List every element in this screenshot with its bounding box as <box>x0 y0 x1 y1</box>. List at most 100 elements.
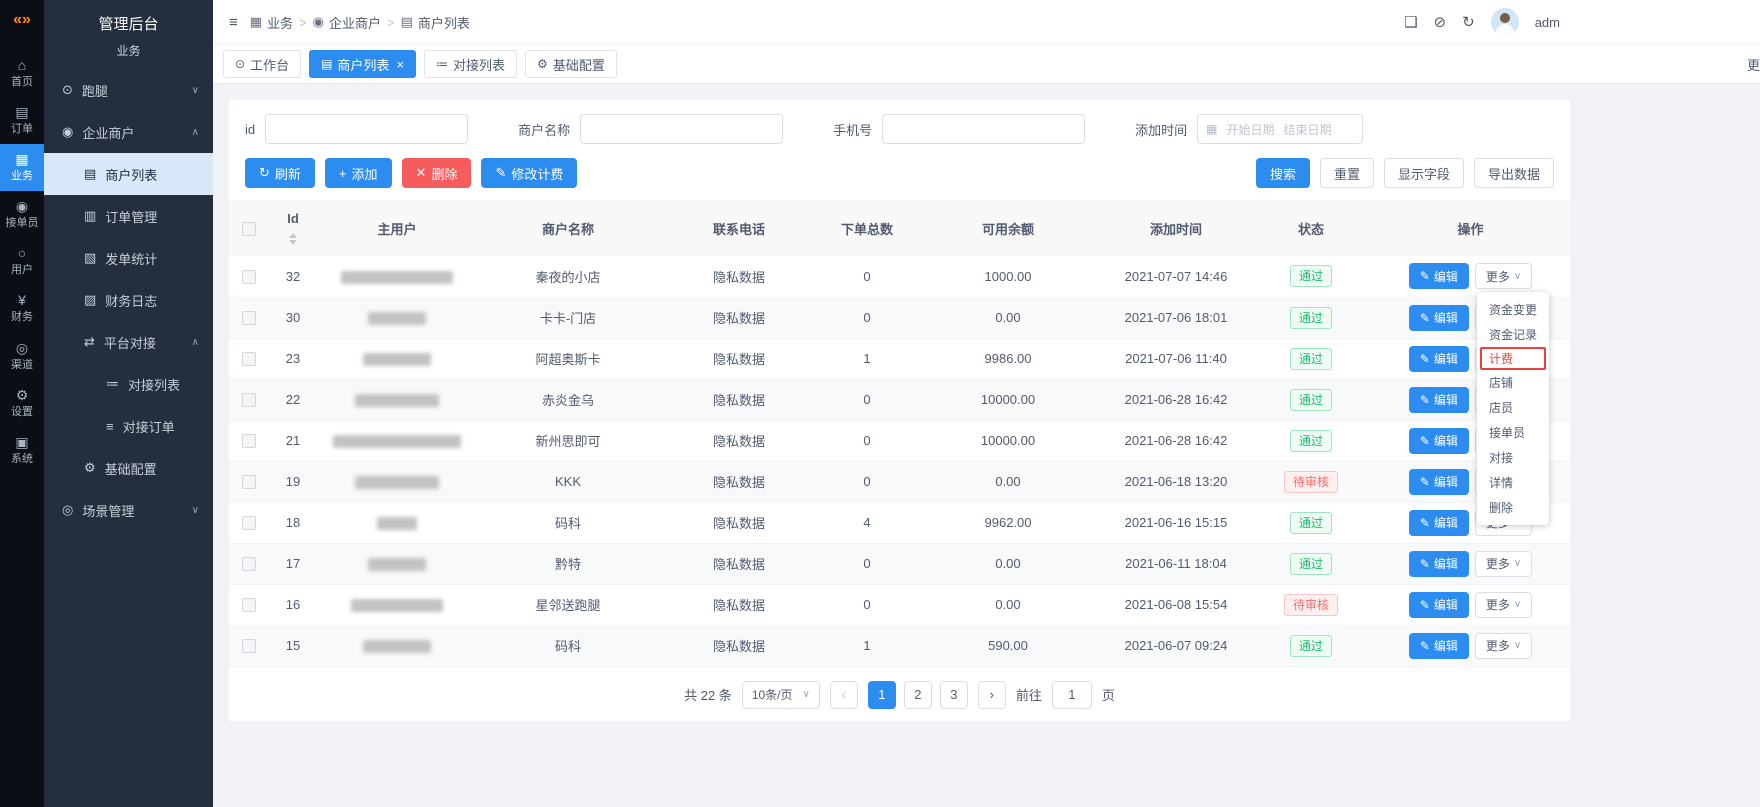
rail-item-首页[interactable]: ⌂首页 <box>0 50 44 97</box>
app-logo-icon[interactable]: «» <box>13 0 31 40</box>
dropdown-item-对接[interactable]: 对接 <box>1477 445 1549 470</box>
next-page-button[interactable]: › <box>978 681 1006 709</box>
edit-button[interactable]: ✎编辑 <box>1409 387 1469 413</box>
filter-date-range[interactable]: ▦ 开始日期 结束日期 <box>1197 114 1363 144</box>
dropdown-item-资金记录[interactable]: 资金记录 <box>1477 322 1549 347</box>
row-checkbox[interactable] <box>242 393 256 407</box>
page-button-1[interactable]: 1 <box>868 681 896 709</box>
dropdown-item-计费[interactable]: 计费 <box>1480 347 1546 370</box>
dropdown-item-详情[interactable]: 详情 <box>1477 470 1549 495</box>
row-checkbox[interactable] <box>242 516 256 530</box>
icon-rail: «» ⌂首页▤订单▦业务◉接单员○用户¥财务◎渠道⚙设置▣系统 <box>0 0 44 807</box>
edit-button[interactable]: ✎编辑 <box>1409 633 1469 659</box>
delete-button[interactable]: ✕删除 <box>402 158 472 188</box>
rail-item-接单员[interactable]: ◉接单员 <box>0 191 44 238</box>
sort-desc-icon[interactable] <box>289 240 297 245</box>
menu-item-跑腿[interactable]: ⊙跑腿∨ <box>44 69 213 111</box>
breadcrumb-item-企业商户[interactable]: ◉企业商户 <box>313 13 381 32</box>
sidebar-subtitle: 业务 <box>44 34 213 69</box>
tab-工作台[interactable]: ⊙工作台 <box>223 50 301 78</box>
edit-button[interactable]: ✎编辑 <box>1409 469 1469 495</box>
dropdown-item-资金变更[interactable]: 资金变更 <box>1477 297 1549 322</box>
edit-label: 编辑 <box>1434 432 1458 449</box>
dropdown-item-店员[interactable]: 店员 <box>1477 395 1549 420</box>
cell-id: 17 <box>269 543 317 584</box>
page-button-3[interactable]: 3 <box>940 681 968 709</box>
edit-label: 编辑 <box>1434 596 1458 613</box>
row-checkbox[interactable] <box>242 270 256 284</box>
menu-item-财务日志[interactable]: ▨财务日志 <box>44 279 213 321</box>
show-fields-button[interactable]: 显示字段 <box>1384 158 1464 188</box>
goto-page-input[interactable] <box>1052 681 1092 709</box>
refresh-button[interactable]: ↻刷新 <box>245 158 315 188</box>
more-button[interactable]: 更多∨ <box>1475 551 1532 577</box>
avatar[interactable] <box>1491 8 1519 36</box>
rail-item-渠道[interactable]: ◎渠道 <box>0 333 44 380</box>
rail-item-设置[interactable]: ⚙设置 <box>0 380 44 427</box>
menu-item-企业商户[interactable]: ◉企业商户∧ <box>44 111 213 153</box>
export-data-button[interactable]: 导出数据 <box>1474 158 1554 188</box>
row-checkbox[interactable] <box>242 475 256 489</box>
rail-item-业务[interactable]: ▦业务 <box>0 144 44 191</box>
menu-item-商户列表[interactable]: ▤商户列表 <box>44 153 213 195</box>
cell-balance: 0.00 <box>915 543 1101 584</box>
filter-phone-input[interactable] <box>882 114 1085 144</box>
fullscreen-icon[interactable]: ❏ <box>1404 13 1417 31</box>
menu-item-平台对接[interactable]: ⇄平台对接∧ <box>44 321 213 363</box>
dropdown-item-店铺[interactable]: 店铺 <box>1477 370 1549 395</box>
dropdown-item-接单员[interactable]: 接单员 <box>1477 420 1549 445</box>
row-checkbox[interactable] <box>242 557 256 571</box>
reset-button[interactable]: 重置 <box>1320 158 1374 188</box>
modify-billing-button[interactable]: ✎修改计费 <box>481 158 577 188</box>
menu-item-对接列表[interactable]: ≔对接列表 <box>44 363 213 405</box>
row-checkbox[interactable] <box>242 639 256 653</box>
rail-item-财务[interactable]: ¥财务 <box>0 285 44 332</box>
edit-button[interactable]: ✎编辑 <box>1409 592 1469 618</box>
sort-icons[interactable] <box>289 233 297 245</box>
edit-button[interactable]: ✎编辑 <box>1409 551 1469 577</box>
edit-button[interactable]: ✎编辑 <box>1409 346 1469 372</box>
breadcrumb-item-业务[interactable]: ▦业务 <box>250 13 293 32</box>
row-checkbox[interactable] <box>242 352 256 366</box>
more-button[interactable]: 更多∨ <box>1475 592 1532 618</box>
menu-item-场景管理[interactable]: ◎场景管理∨ <box>44 489 213 531</box>
circle-slash-icon[interactable]: ⊘ <box>1434 13 1447 31</box>
select-all-checkbox[interactable] <box>242 222 256 236</box>
menu-item-基础配置[interactable]: ⚙基础配置 <box>44 447 213 489</box>
add-button[interactable]: +添加 <box>325 158 392 188</box>
row-checkbox[interactable] <box>242 434 256 448</box>
filter-name-input[interactable] <box>580 114 783 144</box>
edit-button[interactable]: ✎编辑 <box>1409 305 1469 331</box>
dropdown-item-删除[interactable]: 删除 <box>1477 495 1549 520</box>
rail-item-系统[interactable]: ▣系统 <box>0 427 44 474</box>
tabs-more-button[interactable]: 更多 <box>1747 55 1760 74</box>
cell-main-user <box>317 338 477 379</box>
row-checkbox[interactable] <box>242 598 256 612</box>
menu-item-发单统计[interactable]: ▧发单统计 <box>44 237 213 279</box>
refresh-icon[interactable]: ↻ <box>1462 13 1475 31</box>
more-button[interactable]: 更多∨ <box>1475 263 1532 289</box>
prev-page-button[interactable]: ‹ <box>830 681 858 709</box>
page-size-select[interactable]: 10条/页 ∨ <box>742 681 820 709</box>
filter-id-input[interactable] <box>265 114 468 144</box>
edit-button[interactable]: ✎编辑 <box>1409 510 1469 536</box>
close-icon[interactable]: × <box>396 57 404 72</box>
more-button[interactable]: 更多∨ <box>1475 633 1532 659</box>
search-button[interactable]: 搜索 <box>1256 158 1310 188</box>
menu-item-订单管理[interactable]: ▥订单管理 <box>44 195 213 237</box>
username[interactable]: adm <box>1535 15 1560 30</box>
menu-item-对接订单[interactable]: ≡对接订单 <box>44 405 213 447</box>
sort-asc-icon[interactable] <box>289 233 297 238</box>
page-button-2[interactable]: 2 <box>904 681 932 709</box>
edit-button[interactable]: ✎编辑 <box>1409 428 1469 454</box>
rail-item-订单[interactable]: ▤订单 <box>0 97 44 144</box>
row-checkbox[interactable] <box>242 311 256 325</box>
redacted-user-value <box>368 558 426 571</box>
rail-item-用户[interactable]: ○用户 <box>0 238 44 285</box>
breadcrumb-item-商户列表[interactable]: ▤商户列表 <box>401 13 470 32</box>
tab-商户列表[interactable]: ▤商户列表× <box>309 50 416 78</box>
tab-基础配置[interactable]: ⚙基础配置 <box>525 50 617 78</box>
tab-对接列表[interactable]: ≔对接列表 <box>424 50 517 78</box>
collapse-sidebar-icon[interactable]: ≡ <box>229 14 238 31</box>
edit-button[interactable]: ✎编辑 <box>1409 263 1469 289</box>
